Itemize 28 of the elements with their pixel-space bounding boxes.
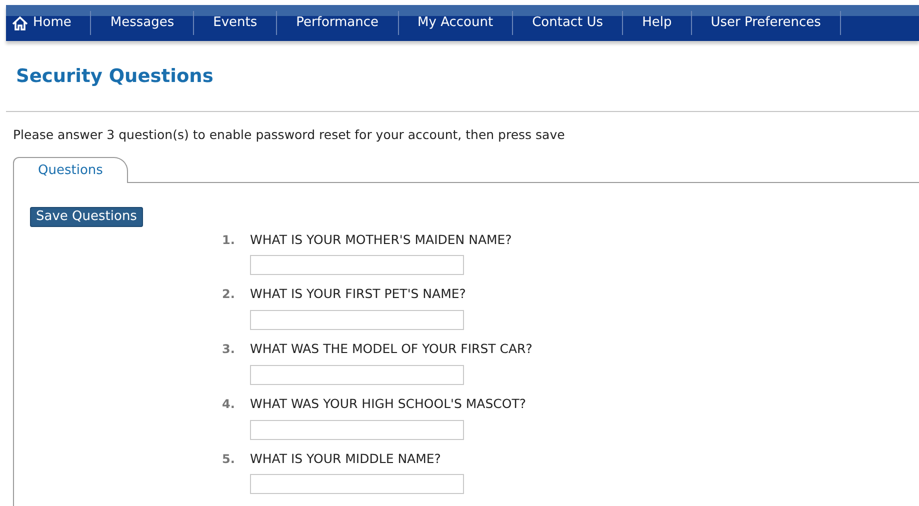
answer-field[interactable]: [250, 420, 464, 440]
nav-link[interactable]: User Preferences: [692, 11, 841, 35]
question-number: 3.: [222, 341, 236, 358]
answer-field[interactable]: [250, 364, 464, 385]
answer-field[interactable]: [250, 310, 464, 330]
question-label: WHAT WAS YOUR HIGH SCHOOL'S MASCOT?: [250, 396, 526, 411]
question-number: 5.: [222, 450, 236, 468]
answer-field[interactable]: [250, 255, 464, 276]
nav-link[interactable]: Contact Us: [513, 11, 624, 35]
question-label: WHAT IS YOUR MIDDLE NAME?: [250, 450, 441, 466]
nav-link[interactable]: Messages: [91, 11, 194, 35]
nav-link[interactable]: Performance: [277, 11, 399, 35]
question-number: 1.: [222, 232, 236, 248]
page-title: Security Questions: [16, 65, 214, 89]
home-link[interactable]: Home: [6, 11, 92, 35]
nav-link[interactable]: Events: [194, 11, 278, 35]
instructions-text: Please answer 3 question(s) to enable password reset for your account, then press save: [13, 126, 566, 144]
question-label: WHAT WAS THE MODEL OF YOUR FIRST CAR?: [250, 341, 532, 356]
nav-link[interactable]: Help: [623, 11, 692, 35]
question-label: WHAT IS YOUR MOTHER'S MAIDEN NAME?: [250, 232, 512, 246]
home-icon: [12, 16, 28, 30]
answer-field[interactable]: [250, 474, 464, 494]
question-label: WHAT IS YOUR FIRST PET'S NAME?: [250, 286, 466, 302]
questions-tab[interactable]: Questions: [13, 156, 128, 182]
save-questions-button[interactable]: Save Questions: [30, 206, 143, 226]
question-number: 4.: [222, 396, 236, 413]
question-number: 2.: [222, 286, 236, 304]
nav-link[interactable]: My Account: [398, 11, 514, 35]
